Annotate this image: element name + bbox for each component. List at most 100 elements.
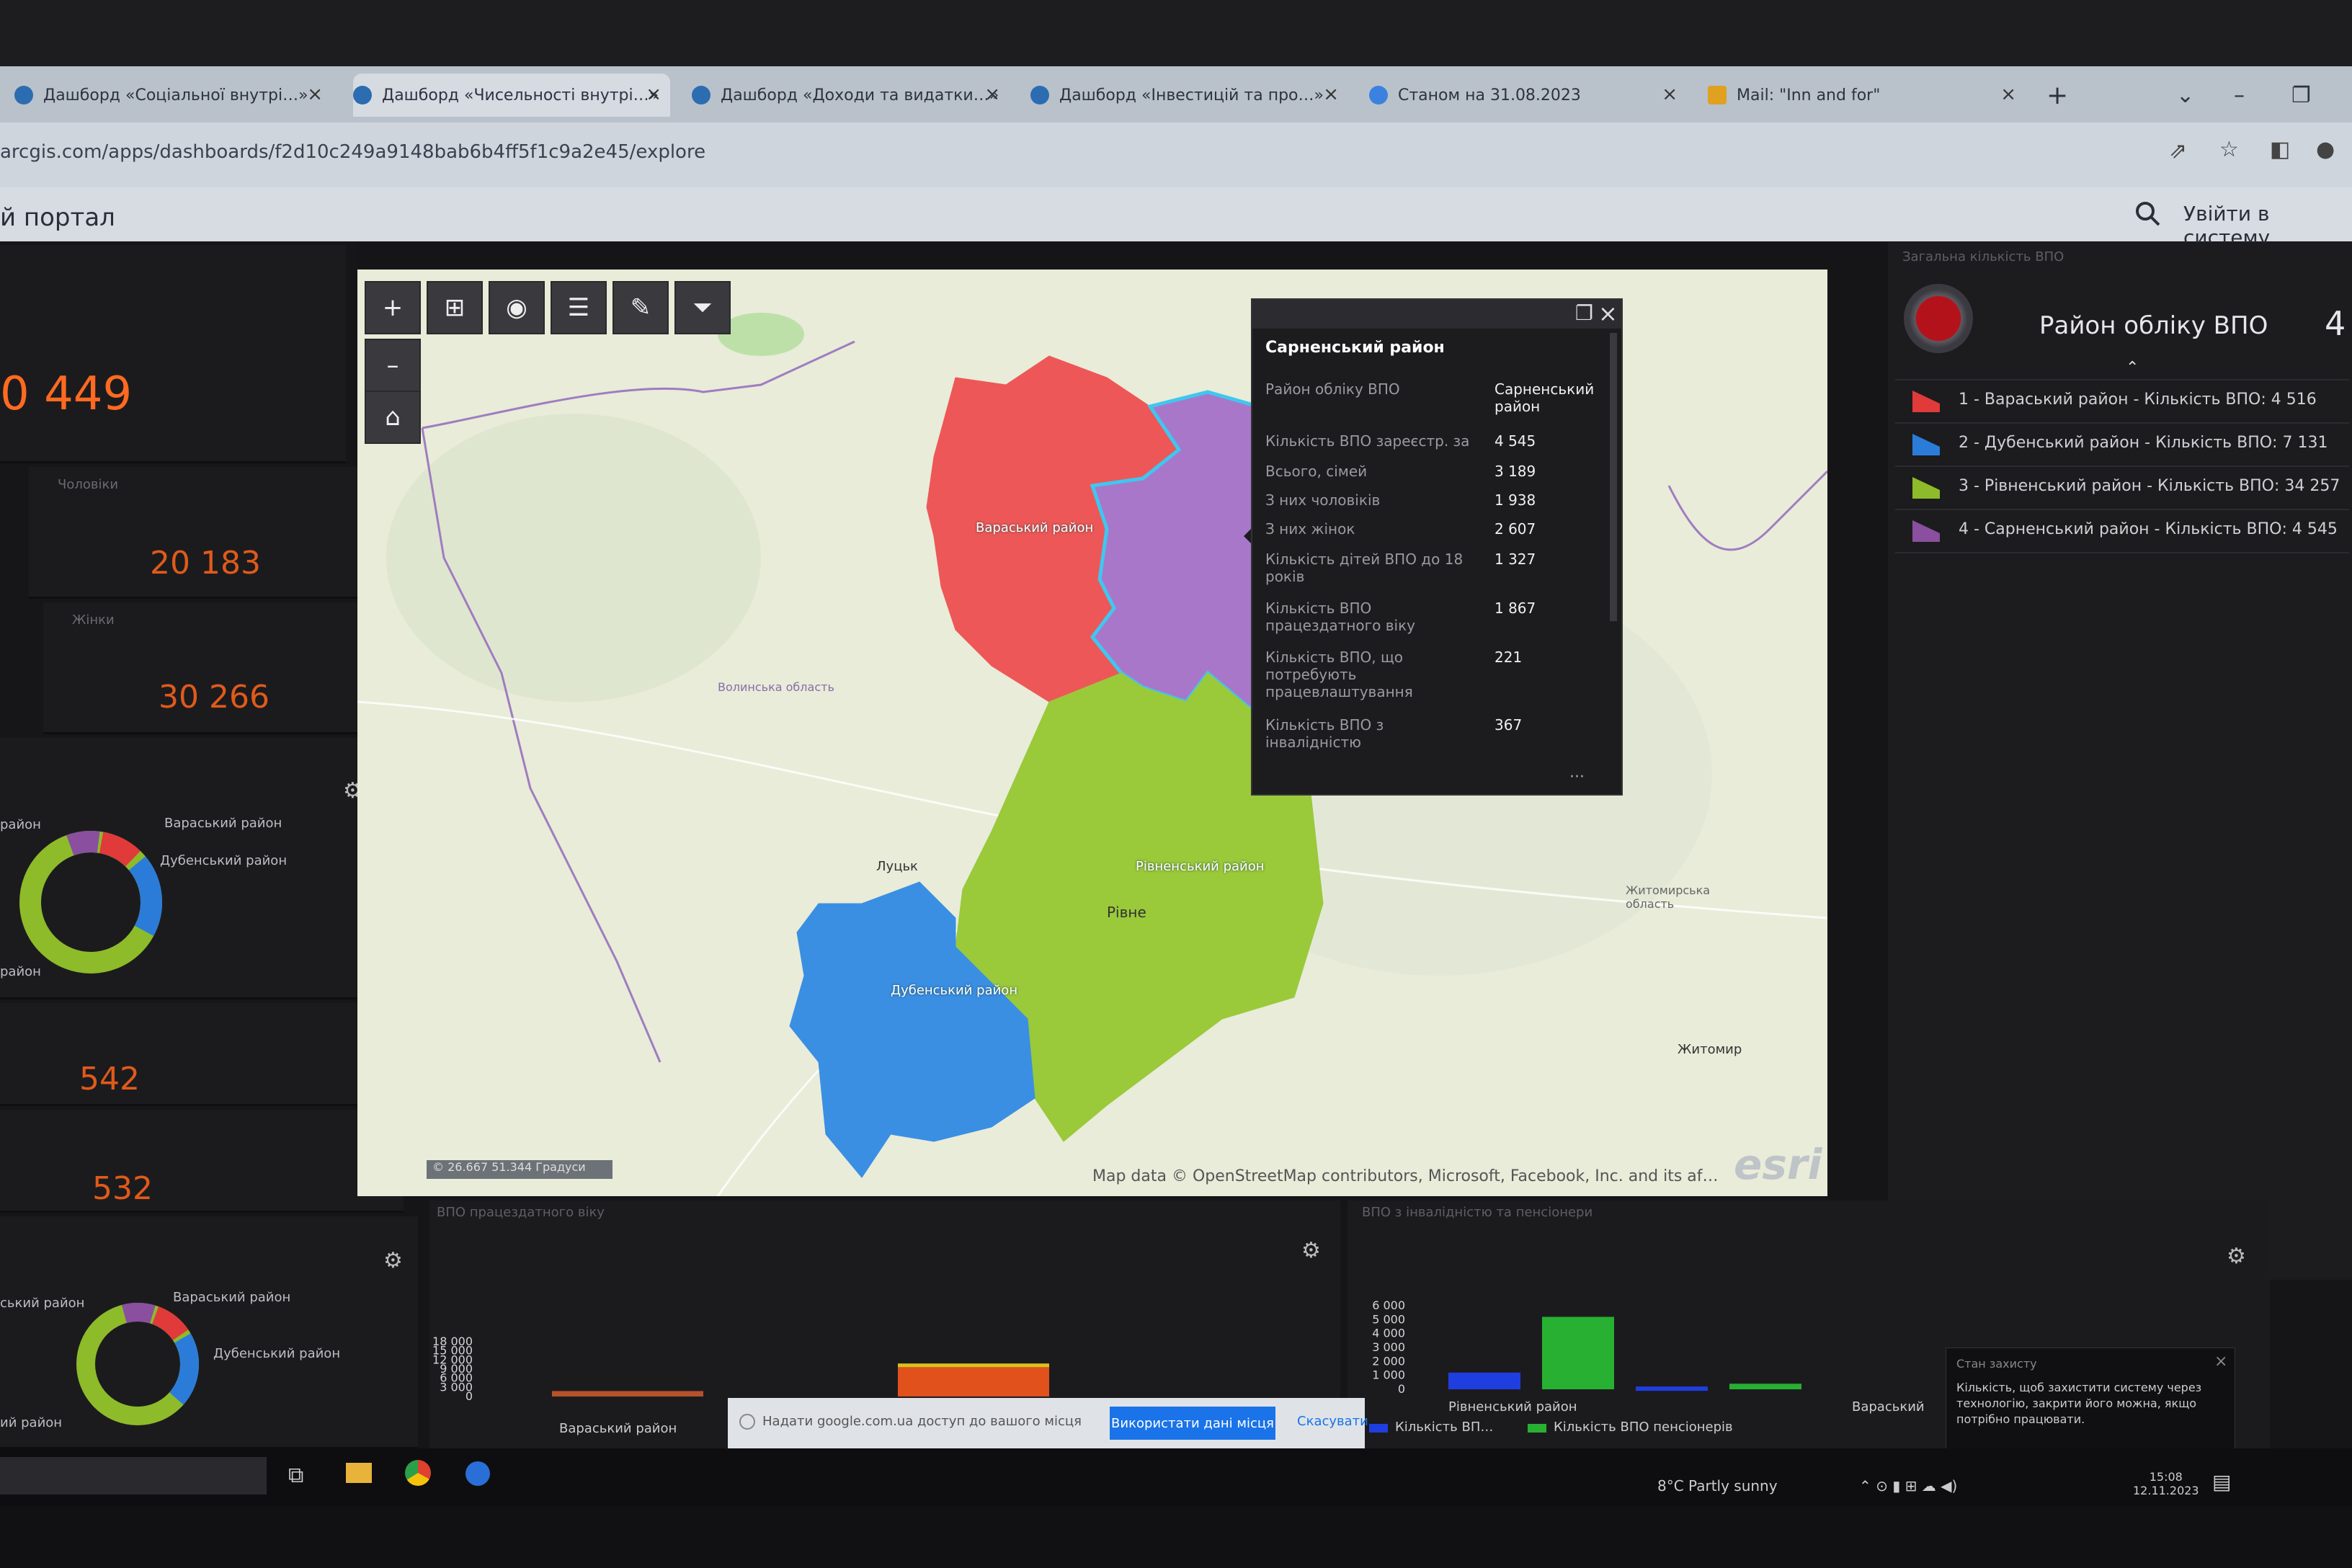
close-tab-icon[interactable]: × xyxy=(2000,84,2016,105)
red-swatch-icon xyxy=(1912,391,1940,412)
label-varash-district: Вараський район xyxy=(976,520,1094,535)
women-value: 30 266 xyxy=(159,679,270,716)
share-icon[interactable]: ⇗ xyxy=(2169,138,2187,164)
bar-highlight xyxy=(898,1363,1049,1368)
bookmark-star-icon[interactable]: ☆ xyxy=(2219,137,2239,162)
y-tick-label: 6 000 xyxy=(1372,1298,1405,1312)
forest-patch xyxy=(718,313,804,356)
file-explorer-icon[interactable] xyxy=(346,1463,372,1483)
sidebar-icon[interactable]: ◧ xyxy=(2270,137,2290,162)
y-tick-label: 0 xyxy=(466,1389,473,1403)
layers-button[interactable]: ◉ xyxy=(489,281,545,334)
women-caption: Жінки xyxy=(72,612,115,628)
chevron-up-icon[interactable]: ⌃ xyxy=(2126,359,2139,377)
more-icon[interactable]: ··· xyxy=(1569,768,1585,786)
draw-button[interactable]: ✎ xyxy=(612,281,669,334)
bar xyxy=(1448,1372,1520,1389)
browser-tab-2[interactable]: Дашборд «Чисельності внутрі…» × xyxy=(353,74,670,117)
tab-label: Станом на 31.08.2023 xyxy=(1398,86,1581,104)
bar xyxy=(898,1366,1049,1396)
tab-label: Дашборд «Доходи та видатки…» xyxy=(721,86,999,104)
oblast-border xyxy=(1667,470,1827,551)
location-permission-bar: Надати google.com.ua доступ до вашого мі… xyxy=(728,1398,1368,1448)
y-tick-label: 2 000 xyxy=(1372,1354,1405,1368)
taskbar-search-box[interactable] xyxy=(0,1457,267,1494)
close-tab-icon[interactable]: × xyxy=(307,84,323,105)
window-chevron-icon[interactable]: ⌄ xyxy=(2176,74,2219,117)
list-item[interactable]: 4 - Сарненський район - Кількість ВПО: 4… xyxy=(1895,509,2349,553)
list-item[interactable]: 1 - Вараський район - Кількість ВПО: 4 5… xyxy=(1895,379,2349,422)
search-icon[interactable] xyxy=(2133,199,2162,228)
terrain-patch xyxy=(386,414,761,702)
panel-title: Район обліку ВПО xyxy=(2039,311,2268,340)
list-item[interactable]: 2 - Дубенський район - Кількість ВПО: 7 … xyxy=(1895,422,2349,466)
close-tab-icon[interactable]: × xyxy=(984,84,1000,105)
y-tick-label: 0 xyxy=(1398,1382,1405,1396)
bar xyxy=(1729,1384,1801,1389)
mail-favicon-icon xyxy=(1708,86,1727,104)
taskbar-clock[interactable]: 15:08 12.11.2023 xyxy=(2133,1470,2199,1497)
clock-time: 15:08 xyxy=(2149,1470,2183,1484)
filter-button[interactable]: ⏷ xyxy=(674,281,731,334)
monitor-bezel-bottom xyxy=(0,1506,2352,1568)
browser-tab-4[interactable]: Дашборд «Інвестицій та про…» × xyxy=(1030,74,1348,117)
close-icon[interactable]: × xyxy=(2214,1353,2227,1371)
cancel-link[interactable]: Скасувати xyxy=(1297,1414,1368,1429)
close-tab-icon[interactable]: × xyxy=(1323,84,1339,105)
close-icon[interactable]: × xyxy=(1598,300,1618,327)
minimize-icon[interactable]: – xyxy=(2234,74,2277,117)
tray-icons[interactable]: ⌃ ⊙ ▮ ⊞ ☁ ◀) xyxy=(1859,1477,1957,1494)
browser-tab-6[interactable]: Mail: "Inn and for" × xyxy=(1708,74,2025,117)
profile-icon[interactable]: ● xyxy=(2316,137,2335,162)
popup-header: ❐ × xyxy=(1252,300,1621,329)
x-axis-label: Вараський xyxy=(1852,1399,1925,1415)
zoom-in-button[interactable]: + xyxy=(365,281,421,334)
legend-label[interactable]: Кількість ВП… xyxy=(1395,1420,1493,1435)
basemap-gallery-button[interactable]: ⊞ xyxy=(427,281,483,334)
toast-body: Кількість, щоб захистити систему через т… xyxy=(1956,1381,2202,1426)
edge-icon[interactable] xyxy=(466,1461,490,1486)
blue-swatch-icon xyxy=(1912,434,1940,455)
donut-chart-2 xyxy=(76,1303,199,1425)
info-icon xyxy=(739,1414,755,1430)
map-attribution: Map data © OpenStreetMap contributors, M… xyxy=(1092,1167,1719,1185)
home-button[interactable]: ⌂ xyxy=(365,391,421,444)
esri-logo: esri xyxy=(1734,1140,1822,1189)
popup-title: Сарненський район xyxy=(1265,339,1445,357)
browser-tab-3[interactable]: Дашборд «Доходи та видатки…» × xyxy=(692,74,1009,117)
close-tab-icon[interactable]: × xyxy=(646,84,662,105)
men-caption: Чоловіки xyxy=(58,477,119,492)
gear-icon[interactable]: ⚙ xyxy=(383,1248,403,1273)
browser-tab-1[interactable]: Дашборд «Соціальної внутрі…» × xyxy=(14,74,331,117)
task-view-icon[interactable]: ⧉ xyxy=(288,1463,303,1488)
label-zhytomyr-oblast: Житомирська область xyxy=(1626,883,1711,911)
zoom-out-button[interactable]: – xyxy=(365,339,421,392)
browser-tab-5[interactable]: Станом на 31.08.2023 × xyxy=(1369,74,1686,117)
chrome-icon[interactable] xyxy=(405,1460,431,1486)
x-axis-label: Вараський район xyxy=(559,1421,677,1436)
donut-chart-1 xyxy=(19,831,162,974)
legend-swatch xyxy=(1528,1424,1546,1433)
tab-label: Mail: "Inn and for" xyxy=(1737,86,1881,104)
url-text[interactable]: arcgis.com/apps/dashboards/f2d10c249a914… xyxy=(0,141,705,163)
popup-scrollbar[interactable] xyxy=(1610,333,1617,621)
dock-icon[interactable]: ❐ xyxy=(1575,301,1593,325)
list-item[interactable]: 3 - Рівненський район - Кількість ВПО: 3… xyxy=(1895,466,2349,509)
tab-label: Дашборд «Соціальної внутрі…» xyxy=(43,86,308,104)
legend-label[interactable]: Кількість ВПО пенсіонерів xyxy=(1554,1420,1733,1435)
allow-location-button[interactable]: Використати дані місця xyxy=(1110,1407,1275,1440)
total-idp-value: 0 449 xyxy=(0,368,133,421)
portal-title: й портал xyxy=(0,203,115,232)
bar xyxy=(1542,1317,1614,1389)
restore-icon[interactable]: ❐ xyxy=(2291,74,2335,117)
notifications-icon[interactable]: ▤ xyxy=(2212,1470,2231,1494)
weather-widget[interactable]: 8°C Partly sunny xyxy=(1657,1477,1778,1494)
legend-swatch xyxy=(1369,1424,1388,1433)
legend-button[interactable]: ☰ xyxy=(551,281,607,334)
label-dubno-district: Дубенський район xyxy=(891,983,1018,998)
men-card: Чоловіки 20 183 xyxy=(29,467,360,599)
tab-label: Дашборд «Чисельності внутрі…» xyxy=(382,86,659,104)
new-tab-button[interactable]: + xyxy=(2046,74,2090,117)
donut-label: ий район xyxy=(0,1415,63,1430)
close-tab-icon[interactable]: × xyxy=(1662,84,1678,105)
